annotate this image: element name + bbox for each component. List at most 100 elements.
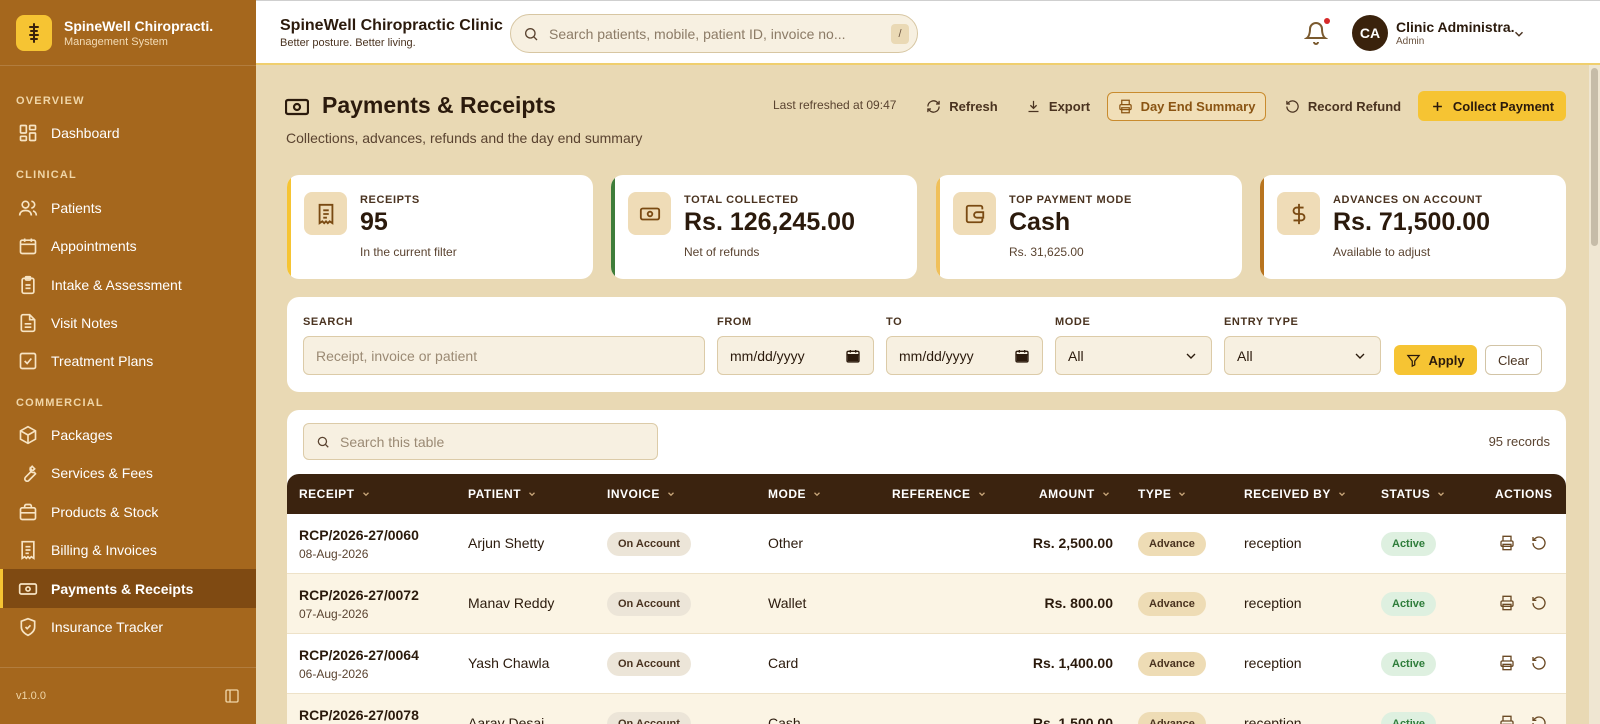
notification-dot: [1324, 18, 1330, 24]
clipboard-icon: [18, 275, 38, 295]
sidebar-item-visit-notes[interactable]: Visit Notes: [0, 303, 256, 342]
avatar[interactable]: CA: [1352, 15, 1388, 51]
mode-select-value: All: [1068, 347, 1084, 364]
chevron-down-icon: [1337, 489, 1347, 499]
column-header-actions: ACTIONS: [1495, 487, 1553, 501]
global-search-input[interactable]: Search patients, mobile, patient ID, inv…: [510, 14, 918, 53]
printer-icon[interactable]: [1499, 535, 1515, 551]
refund-icon[interactable]: [1531, 535, 1547, 551]
payment-mode: Card: [768, 655, 799, 671]
status-badge: Active: [1381, 532, 1437, 556]
type-badge: Advance: [1138, 532, 1206, 556]
apply-filters-button[interactable]: Apply: [1394, 345, 1477, 375]
chevron-down-icon: [1177, 489, 1187, 499]
column-header-received-by[interactable]: RECEIVED BY: [1244, 487, 1347, 501]
refresh-label: Refresh: [949, 98, 998, 114]
chevron-down-icon: [1183, 348, 1199, 364]
filter-to-date[interactable]: mm/dd/yyyy: [886, 336, 1043, 375]
refund-icon[interactable]: [1531, 655, 1547, 671]
sidebar-item-label: Visit Notes: [51, 314, 118, 331]
sidebar-item-label: Treatment Plans: [51, 352, 154, 369]
collapse-sidebar-icon[interactable]: [224, 688, 240, 704]
refund-icon[interactable]: [1531, 595, 1547, 611]
receipt-number[interactable]: RCP/2026-27/0064: [299, 647, 419, 663]
sidebar-item-label: Billing & Invoices: [51, 541, 157, 558]
nav-section-clinical: CLINICAL: [16, 169, 77, 181]
type-badge: Advance: [1138, 592, 1206, 616]
patient-name[interactable]: Manav Reddy: [468, 595, 554, 611]
column-header-reference[interactable]: REFERENCE: [892, 487, 987, 501]
sidebar-item-products-stock[interactable]: Products & Stock: [0, 492, 256, 531]
table-search-placeholder: Search this table: [340, 433, 445, 450]
stat-accent-bar: [936, 175, 940, 279]
filter-entry-type-label: ENTRY TYPE: [1224, 316, 1299, 328]
chevron-down-icon: [812, 489, 822, 499]
calendar-icon[interactable]: [845, 348, 861, 364]
receipt-date: 07-Aug-2026: [299, 607, 369, 621]
download-icon: [1026, 99, 1041, 114]
printer-icon[interactable]: [1499, 595, 1515, 611]
sidebar-item-billing[interactable]: Billing & Invoices: [0, 530, 256, 569]
column-header-receipt[interactable]: RECEIPT: [299, 487, 371, 501]
printer-icon[interactable]: [1499, 655, 1515, 671]
to-date-value: mm/dd/yyyy: [899, 347, 974, 364]
sidebar-item-treatment-plans[interactable]: Treatment Plans: [0, 341, 256, 380]
bell-icon[interactable]: [1304, 21, 1328, 45]
sidebar-item-appointments[interactable]: Appointments: [0, 226, 256, 265]
table-row[interactable]: RCP/2026-27/0072 07-Aug-2026 Manav Reddy…: [287, 574, 1566, 634]
column-header-status[interactable]: STATUS: [1381, 487, 1446, 501]
receipt-number[interactable]: RCP/2026-27/0078: [299, 707, 419, 723]
scrollbar-thumb[interactable]: [1591, 68, 1598, 246]
day-end-summary-button[interactable]: Day End Summary: [1107, 92, 1266, 121]
nav-section-commercial: COMMERCIAL: [16, 397, 104, 409]
sidebar-item-dashboard[interactable]: Dashboard: [0, 113, 256, 152]
printer-icon[interactable]: [1499, 715, 1515, 724]
stat-value: Rs. 71,500.00: [1333, 208, 1491, 236]
patient-name[interactable]: Aarav Desai: [468, 715, 544, 724]
chevron-down-icon[interactable]: [1512, 27, 1526, 41]
table-row[interactable]: RCP/2026-27/0078 Aarav Desai On Account …: [287, 694, 1566, 724]
sidebar-item-insurance[interactable]: Insurance Tracker: [0, 607, 256, 646]
column-header-label: TYPE: [1138, 487, 1172, 501]
brand[interactable]: SpineWell Chiropracti. Management System: [0, 0, 256, 66]
column-header-type[interactable]: TYPE: [1138, 487, 1187, 501]
banknote-icon: [18, 579, 38, 599]
clear-filters-button[interactable]: Clear: [1485, 345, 1542, 375]
receipt-number[interactable]: RCP/2026-27/0072: [299, 587, 419, 603]
patient-name[interactable]: Yash Chawla: [468, 655, 549, 671]
sidebar-item-payments-receipts[interactable]: Payments & Receipts: [0, 569, 256, 608]
last-refreshed: Last refreshed at 09:47: [773, 98, 897, 112]
plus-icon: [1430, 99, 1445, 114]
sidebar-item-patients[interactable]: Patients: [0, 188, 256, 227]
stat-label: ADVANCES ON ACCOUNT: [1333, 194, 1483, 206]
calendar-icon[interactable]: [1014, 348, 1030, 364]
refresh-button[interactable]: Refresh: [912, 91, 1012, 121]
user-name[interactable]: Clinic Administra.: [1396, 19, 1515, 35]
sidebar-item-services-fees[interactable]: Services & Fees: [0, 453, 256, 492]
table-search-input[interactable]: Search this table: [303, 423, 658, 460]
column-header-patient[interactable]: PATIENT: [468, 487, 537, 501]
filter-search-input[interactable]: Receipt, invoice or patient: [303, 336, 705, 375]
column-header-invoice[interactable]: INVOICE: [607, 487, 676, 501]
patient-name[interactable]: Arjun Shetty: [468, 535, 544, 551]
sidebar-footer: v1.0.0: [0, 667, 256, 724]
export-button[interactable]: Export: [1015, 91, 1101, 121]
filter-entry-type-select[interactable]: All: [1224, 336, 1381, 375]
table-row[interactable]: RCP/2026-27/0060 08-Aug-2026 Arjun Shett…: [287, 514, 1566, 574]
column-header-mode[interactable]: MODE: [768, 487, 822, 501]
sidebar-item-packages[interactable]: Packages: [0, 415, 256, 454]
sidebar-item-label: Appointments: [51, 237, 137, 254]
sidebar-item-intake[interactable]: Intake & Assessment: [0, 265, 256, 304]
column-header-amount[interactable]: AMOUNT: [1039, 487, 1111, 501]
stat-accent-bar: [287, 175, 291, 279]
collect-payment-button[interactable]: Collect Payment: [1418, 91, 1566, 121]
receipt-number[interactable]: RCP/2026-27/0060: [299, 527, 419, 543]
table-row[interactable]: RCP/2026-27/0064 06-Aug-2026 Yash Chawla…: [287, 634, 1566, 694]
chevron-down-icon: [666, 489, 676, 499]
column-header-label: RECEIVED BY: [1244, 487, 1331, 501]
filter-from-date[interactable]: mm/dd/yyyy: [717, 336, 874, 375]
stat-card-top-payment-mode: TOP PAYMENT MODE Cash Rs. 31,625.00: [936, 175, 1242, 279]
record-refund-button[interactable]: Record Refund: [1276, 91, 1410, 121]
filter-mode-select[interactable]: All: [1055, 336, 1212, 375]
refund-icon[interactable]: [1531, 715, 1547, 724]
